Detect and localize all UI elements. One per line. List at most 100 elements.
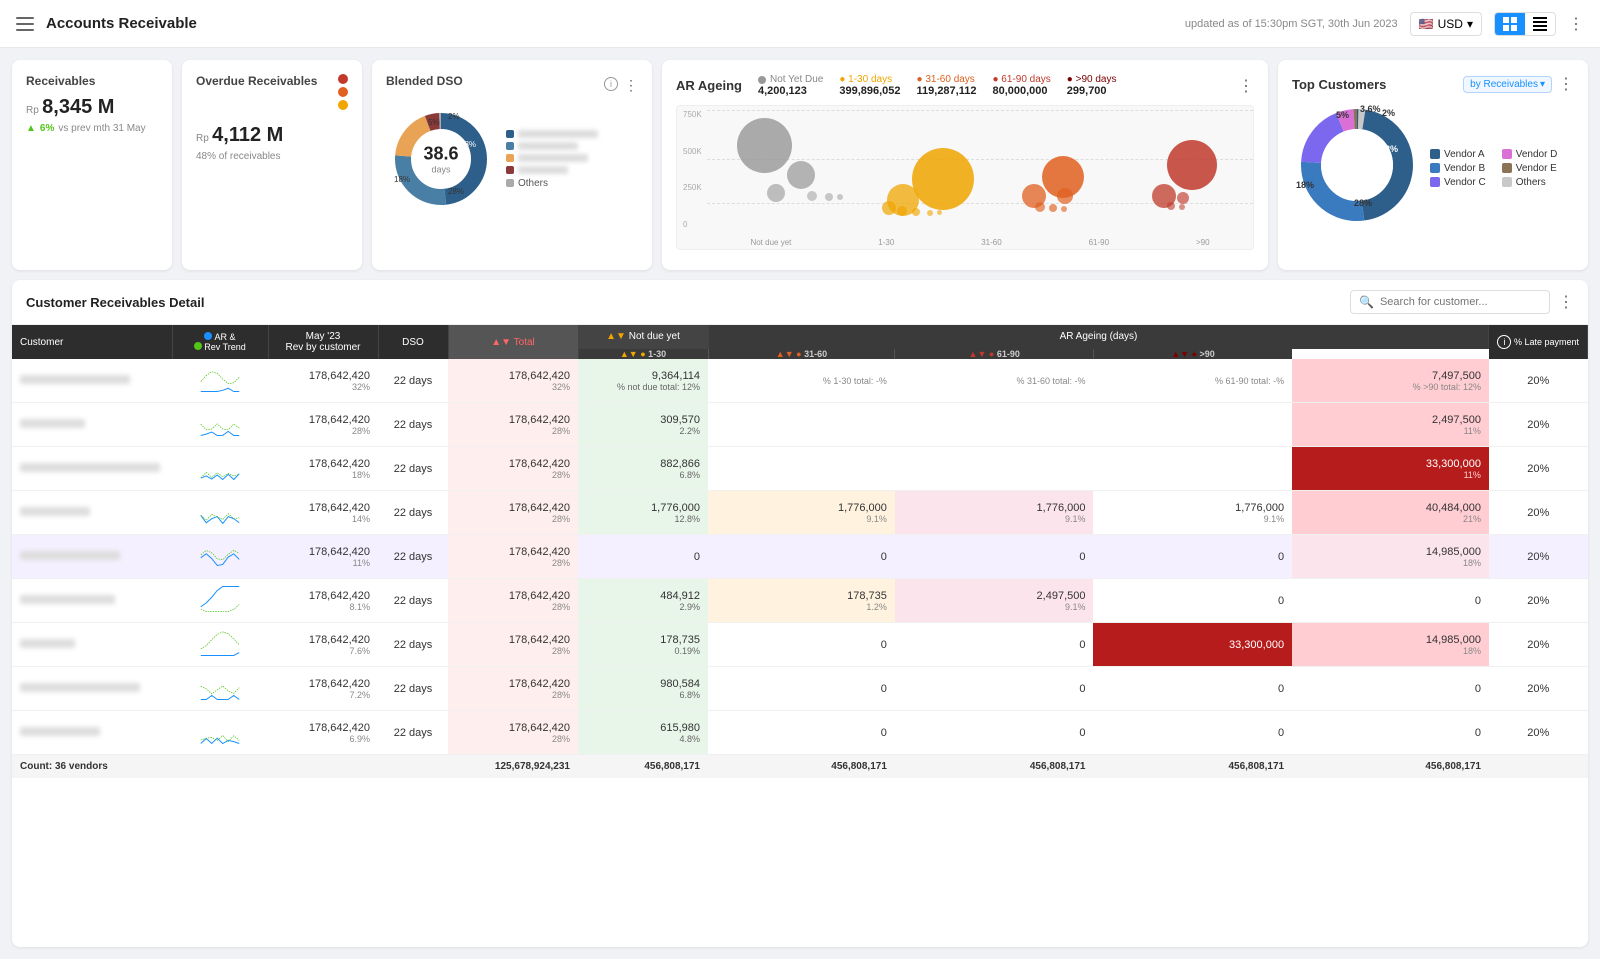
ar-1-30-cell: % 1-30 total: -% <box>708 359 895 403</box>
bubble-not-due-tiny2 <box>825 193 833 201</box>
ar-aging-card: AR Ageing Not Yet Due 4,200,123 ● 1-30 d… <box>662 60 1268 270</box>
total-cell: 178,642,420 28% <box>448 623 578 667</box>
dso-cell: 22 days <box>378 491 448 535</box>
by-receivables-button[interactable]: by Receivables ▾ <box>1463 76 1552 93</box>
total-cell: 178,642,420 28% <box>448 579 578 623</box>
total-cell: 178,642,420 28% <box>448 447 578 491</box>
currency-selector[interactable]: 🇺🇸 USD ▾ <box>1410 12 1482 36</box>
pct-2: 2% <box>448 112 460 121</box>
chevron-down-icon-receivables: ▾ <box>1540 79 1545 90</box>
ar-31-60-cell: 0 <box>895 667 1094 711</box>
receivables-card: Receivables Rp 8,345 M ▲ 6% vs prev mth … <box>12 60 172 270</box>
x-axis-labels: Not due yet1-3031-6061-90>90 <box>707 238 1253 247</box>
dso-cell: 22 days <box>378 535 448 579</box>
page-title: Accounts Receivable <box>46 15 197 32</box>
ar-90plus-cell: 7,497,500 % >90 total: 12% <box>1292 359 1489 403</box>
overdue-sub: 48% of receivables <box>196 151 348 162</box>
sparkline-cell <box>172 403 268 447</box>
ar-31-60-cell: % 31-60 total: -% <box>895 359 1094 403</box>
bubble-31-60-small1 <box>1035 202 1045 212</box>
legend-item-3 <box>518 154 588 162</box>
sparkline-cell <box>172 579 268 623</box>
total-cell: 178,642,420 28% <box>448 667 578 711</box>
table-row: 178,642,420 11% 22 days 178,642,420 28% … <box>12 535 1588 579</box>
receivables-currency: Rp <box>26 105 39 116</box>
sparkline-cell <box>172 667 268 711</box>
blended-dso-value: 38.6 <box>423 144 458 165</box>
table-row: 178,642,420 7.6% 22 days 178,642,420 28%… <box>12 623 1588 667</box>
customer-name-cell <box>12 491 172 535</box>
bubble-1-30-tiny <box>927 210 933 216</box>
not-due-cell: 615,980 4.8% <box>578 711 708 755</box>
not-due-cell: 9,364,114 % not due total: 12% <box>578 359 708 403</box>
view-toggle <box>1494 12 1556 36</box>
pct-28: 28% <box>448 187 464 196</box>
late-payment-cell: 20% <box>1489 491 1588 535</box>
late-payment-cell: 20% <box>1489 667 1588 711</box>
ar-61-90-cell: 0 <box>1093 535 1292 579</box>
ar-31-60-cell: 2,497,500 9.1% <box>895 579 1094 623</box>
total-cell: 178,642,420 28% <box>448 535 578 579</box>
late-payment-info-icon[interactable]: i <box>1497 335 1511 349</box>
grid-view-button[interactable] <box>1495 13 1525 35</box>
not-due-cell: 178,735 0.19% <box>578 623 708 667</box>
bubble-61-90-tiny <box>1179 204 1185 210</box>
ar-90plus-cell: 0 <box>1292 711 1489 755</box>
total-cell: 178,642,420 28% <box>448 491 578 535</box>
y-axis-labels: 750K500K250K0 <box>683 110 702 229</box>
ar-90plus-cell: 0 <box>1292 579 1489 623</box>
ar-90plus-cell: 40,484,000 21% <box>1292 491 1489 535</box>
list-view-button[interactable] <box>1525 13 1555 35</box>
ar-1-30-cell: 0 <box>708 623 895 667</box>
customer-name-cell <box>12 535 172 579</box>
customer-name-cell <box>12 623 172 667</box>
ar-31-60-cell <box>895 403 1094 447</box>
dso-cell: 22 days <box>378 711 448 755</box>
footer-count: Count: 36 vendors <box>12 755 448 779</box>
bubble-1-30-small1 <box>882 201 896 215</box>
ar-61-90-cell: 0 <box>1093 579 1292 623</box>
header-more-button[interactable]: ⋮ <box>1568 14 1584 34</box>
ar-31-60-cell: 0 <box>895 623 1094 667</box>
not-due-cell: 1,776,000 12.8% <box>578 491 708 535</box>
ar-61-90-cell: 0 <box>1093 711 1292 755</box>
top-customers-legend: Vendor A Vendor D Vendor B Vendor E Vend… <box>1430 149 1557 188</box>
overdue-receivables-card: Overdue Receivables Rp 4,112 M 48% of re… <box>182 60 362 270</box>
ar-61-90-cell: 1,776,000 9.1% <box>1093 491 1292 535</box>
customer-name-cell <box>12 579 172 623</box>
dso-cell: 22 days <box>378 667 448 711</box>
dso-cell: 22 days <box>378 403 448 447</box>
hamburger-menu[interactable] <box>16 17 34 31</box>
bubble-not-due-large <box>737 118 792 173</box>
not-due-cell: 309,570 2.2% <box>578 403 708 447</box>
info-icon[interactable]: i <box>604 77 618 91</box>
receivables-title: Receivables <box>26 74 158 88</box>
by-receivables-label: by Receivables <box>1470 79 1538 90</box>
customer-search-box[interactable]: 🔍 <box>1350 290 1550 314</box>
customer-name-cell <box>12 359 172 403</box>
rev-cell: 178,642,420 8.1% <box>268 579 378 623</box>
top-customers-more-button[interactable]: ⋮ <box>1558 74 1574 94</box>
ar-aging-more-button[interactable]: ⋮ <box>1238 76 1254 96</box>
ar-90plus-cell: 2,497,500 11% <box>1292 403 1489 447</box>
blended-dso-more-button[interactable]: ⋮ <box>624 77 638 94</box>
search-input[interactable] <box>1380 296 1541 308</box>
footer-61-90: 456,808,171 <box>1093 755 1292 779</box>
pct-5: 5% <box>428 118 440 127</box>
table-row: 178,642,420 8.1% 22 days 178,642,420 28%… <box>12 579 1588 623</box>
bubble-31-60-tiny <box>1061 206 1067 212</box>
rev-cell: 178,642,420 11% <box>268 535 378 579</box>
customer-name-cell <box>12 403 172 447</box>
overdue-title: Overdue Receivables <box>196 74 317 88</box>
not-due-cell: 882,866 6.8% <box>578 447 708 491</box>
dso-cell: 22 days <box>378 447 448 491</box>
not-due-cell: 0 <box>578 535 708 579</box>
col-31-60: ▲▼ ● 31-60 <box>708 349 895 359</box>
total-cell: 178,642,420 32% <box>448 359 578 403</box>
table-more-button[interactable]: ⋮ <box>1558 292 1574 312</box>
ar-61-90-cell: 0 <box>1093 667 1292 711</box>
overdue-currency: Rp <box>196 133 209 144</box>
footer-total: 125,678,924,231 <box>448 755 578 779</box>
ar-31-60-cell: 1,776,000 9.1% <box>895 491 1094 535</box>
update-timestamp: updated as of 15:30pm SGT, 30th Jun 2023 <box>1185 18 1398 30</box>
